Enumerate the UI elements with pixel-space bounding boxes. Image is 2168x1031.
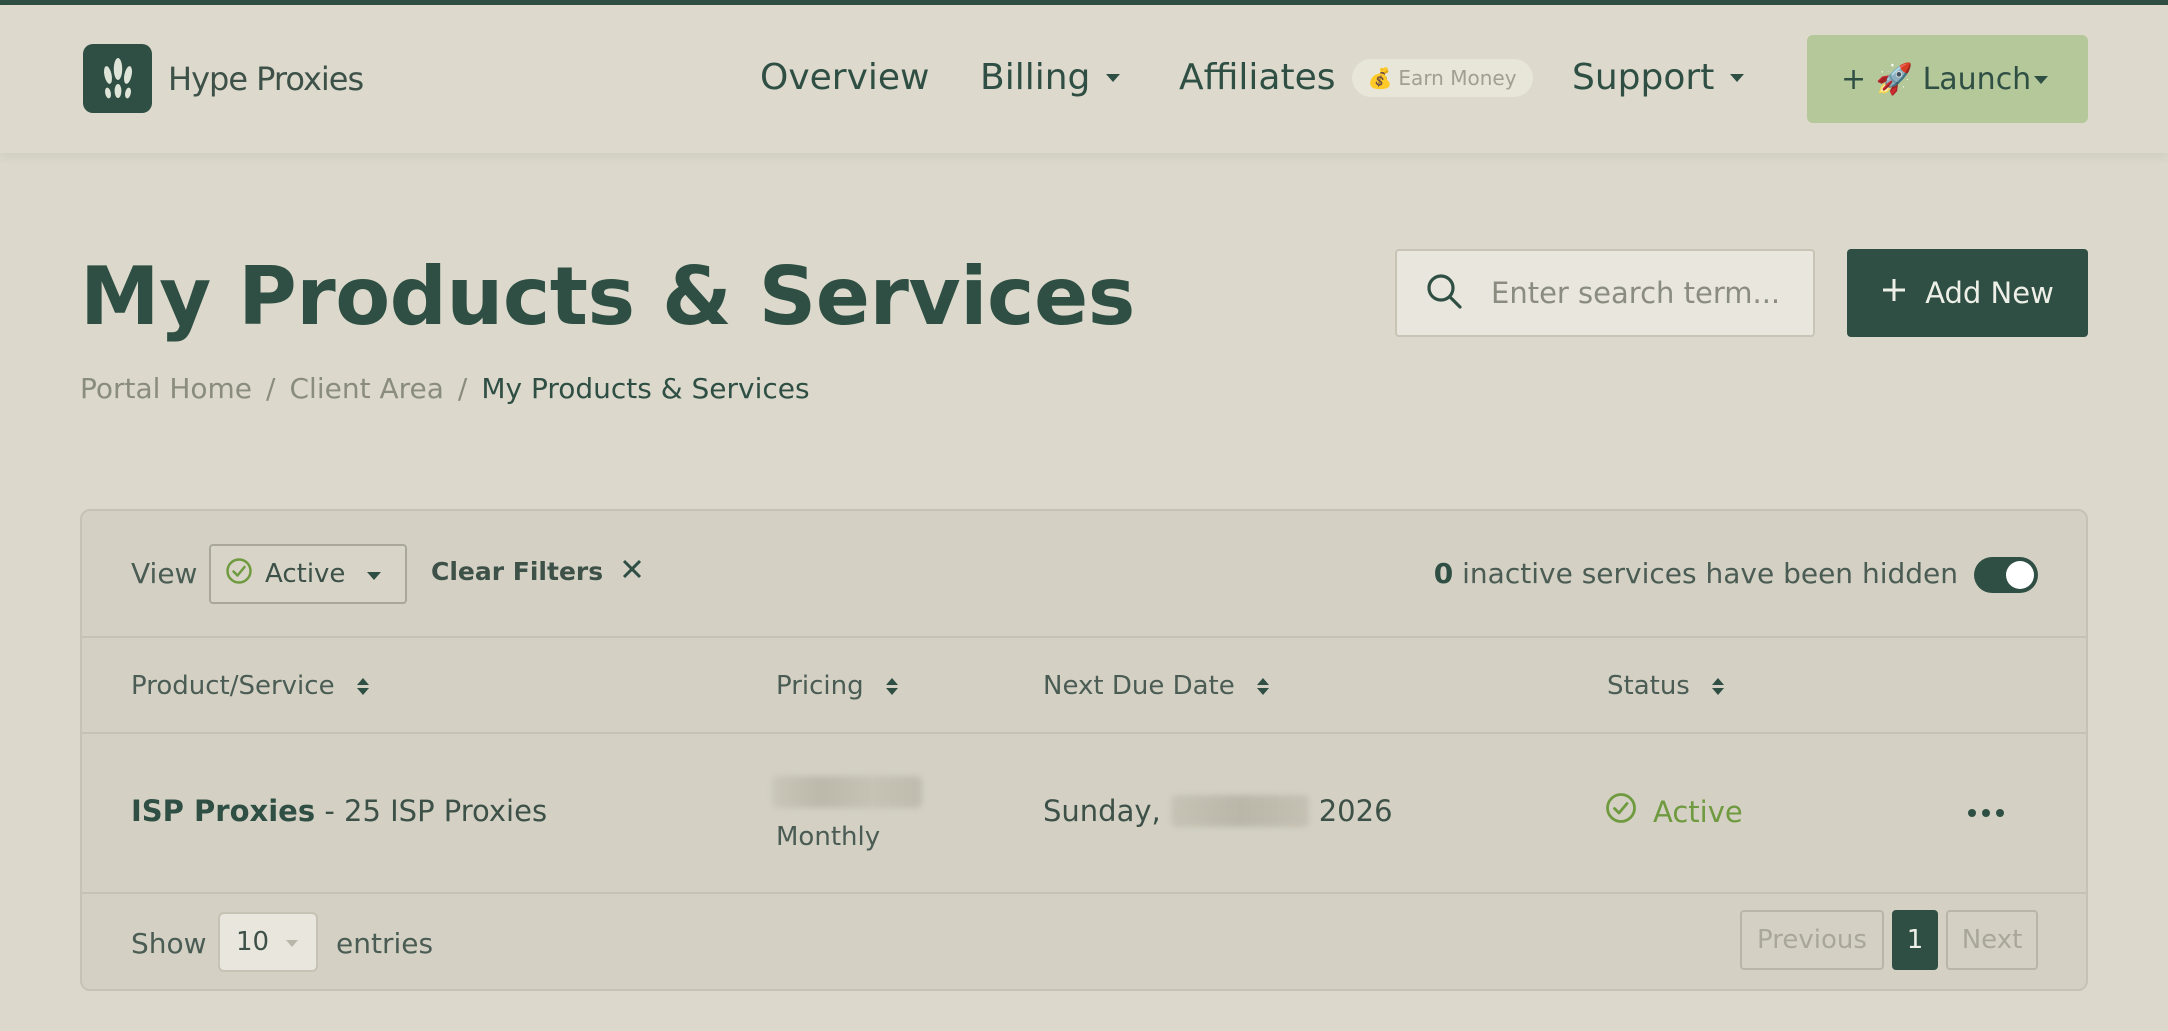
due-date-day: Sunday,	[1043, 794, 1161, 828]
column-header-pricing[interactable]: Pricing	[776, 671, 898, 701]
launch-button[interactable]: + 🚀 Launch	[1807, 35, 2088, 123]
clear-filters-button[interactable]: Clear Filters	[431, 557, 643, 586]
clear-filters-label: Clear Filters	[431, 557, 604, 586]
earn-money-label: Earn Money	[1398, 65, 1517, 90]
nav-support[interactable]: Support	[1572, 57, 1745, 98]
brand-name: Hype Proxies	[168, 59, 364, 98]
page-title: My Products & Services	[80, 250, 1135, 343]
next-due-date: Sunday, 2026	[1043, 794, 1393, 828]
column-label: Status	[1607, 671, 1690, 701]
status-badge: Active	[1605, 792, 1743, 831]
billing-cycle: Monthly	[776, 822, 881, 852]
dot	[1982, 809, 1990, 817]
add-new-label: Add New	[1925, 276, 2054, 310]
hype-logo-icon	[83, 44, 152, 113]
product-name: ISP Proxies	[131, 794, 316, 828]
product-cell: ISP Proxies - 25 ISP Proxies	[131, 794, 547, 828]
add-new-button[interactable]: Add New	[1847, 249, 2088, 337]
services-card: View Active Clear Filters 0 inactive ser…	[80, 509, 2088, 991]
brand-logo[interactable]: Hype Proxies	[83, 44, 364, 113]
breadcrumb-portal-home[interactable]: Portal Home	[80, 372, 252, 405]
nav-affiliates[interactable]: Affiliates 💰 Earn Money	[1179, 57, 1533, 98]
site-header: Hype Proxies Overview Billing Affiliates…	[0, 5, 2168, 153]
more-options-icon[interactable]	[1968, 809, 2004, 817]
chevron-down-icon	[2034, 76, 2048, 84]
chevron-down-icon	[1730, 73, 1745, 82]
close-icon	[621, 557, 643, 586]
money-bag-icon: 💰	[1367, 65, 1393, 90]
entries-value: 10	[236, 927, 270, 957]
column-label: Product/Service	[131, 671, 335, 701]
next-page-button[interactable]: Next	[1946, 910, 2038, 970]
hidden-count: 0	[1433, 557, 1454, 590]
view-filter-value: Active	[265, 559, 346, 589]
hidden-text: inactive services have been hidden	[1462, 557, 1958, 590]
show-label: Show	[131, 927, 207, 960]
nav-overview[interactable]: Overview	[760, 57, 930, 98]
dot	[1996, 809, 2004, 817]
page-1-button[interactable]: 1	[1892, 910, 1938, 970]
view-filter-select[interactable]: Active	[209, 544, 407, 604]
dot	[1968, 809, 1976, 817]
sort-icon	[356, 677, 369, 695]
column-header-product[interactable]: Product/Service	[131, 671, 369, 701]
table-footer: Show 10 entries Previous 1 Next	[82, 894, 2086, 989]
filter-toolbar: View Active Clear Filters 0 inactive ser…	[82, 511, 2086, 638]
table-row[interactable]: ISP Proxies - 25 ISP Proxies Monthly Sun…	[82, 734, 2086, 894]
search-input[interactable]	[1491, 276, 1791, 310]
sort-icon	[1711, 677, 1724, 695]
search-box	[1395, 249, 1815, 337]
view-label: View	[131, 557, 198, 590]
breadcrumb-separator: /	[266, 372, 276, 405]
column-label: Next Due Date	[1043, 671, 1235, 701]
nav-billing[interactable]: Billing	[980, 57, 1121, 98]
product-detail: - 25 ISP Proxies	[324, 794, 548, 828]
launch-label: + 🚀 Launch	[1841, 61, 2032, 97]
nav-overview-label: Overview	[760, 57, 930, 98]
sort-icon	[1256, 677, 1269, 695]
breadcrumb-separator: /	[457, 372, 468, 405]
status-label: Active	[1653, 794, 1743, 829]
chevron-down-icon	[286, 940, 298, 947]
entries-per-page-select[interactable]: 10	[218, 912, 318, 972]
entries-label: entries	[336, 927, 434, 960]
column-header-next-due-date[interactable]: Next Due Date	[1043, 671, 1269, 701]
pricing-amount-redacted	[772, 776, 922, 808]
previous-page-button[interactable]: Previous	[1740, 910, 1884, 970]
plus-icon	[1881, 276, 1907, 310]
earn-money-badge: 💰 Earn Money	[1351, 58, 1533, 97]
hidden-services-note: 0 inactive services have been hidden	[1434, 557, 1958, 590]
table-header: Product/Service Pricing Next Due Date St…	[82, 638, 2086, 734]
show-inactive-toggle[interactable]	[1974, 557, 2038, 593]
column-header-status[interactable]: Status	[1607, 671, 1724, 701]
breadcrumb-current: My Products & Services	[481, 372, 810, 405]
search-icon[interactable]	[1425, 272, 1463, 314]
breadcrumb: Portal Home / Client Area / My Products …	[80, 372, 810, 405]
breadcrumb-client-area[interactable]: Client Area	[289, 372, 443, 405]
nav-billing-label: Billing	[980, 57, 1091, 98]
toggle-knob	[2006, 561, 2034, 589]
chevron-down-icon	[367, 572, 381, 580]
sort-icon	[885, 677, 898, 695]
nav-affiliates-label: Affiliates	[1179, 57, 1336, 98]
column-label: Pricing	[776, 671, 864, 701]
due-date-year: 2026	[1318, 794, 1393, 828]
chevron-down-icon	[1106, 73, 1121, 82]
check-circle-icon	[225, 557, 253, 592]
nav-support-label: Support	[1572, 57, 1715, 98]
check-circle-icon	[1605, 792, 1637, 831]
pagination: Previous 1 Next	[1740, 910, 2038, 970]
due-date-redacted	[1170, 795, 1309, 827]
